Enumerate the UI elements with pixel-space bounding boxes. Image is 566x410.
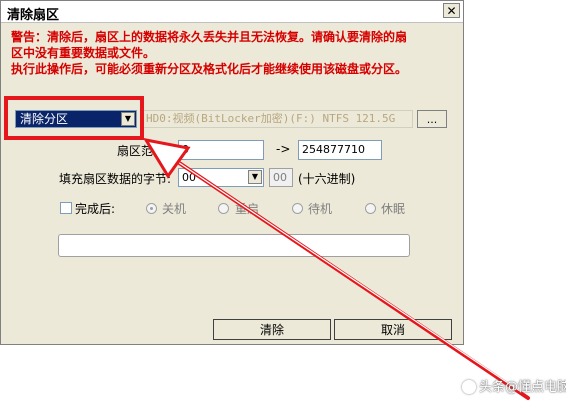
watermark: 头条@懂点电脑 bbox=[462, 376, 566, 395]
annotation-arrow bbox=[142, 137, 530, 400]
toutiao-logo-icon bbox=[462, 380, 476, 394]
watermark-text: 头条@懂点电脑 bbox=[479, 380, 566, 395]
